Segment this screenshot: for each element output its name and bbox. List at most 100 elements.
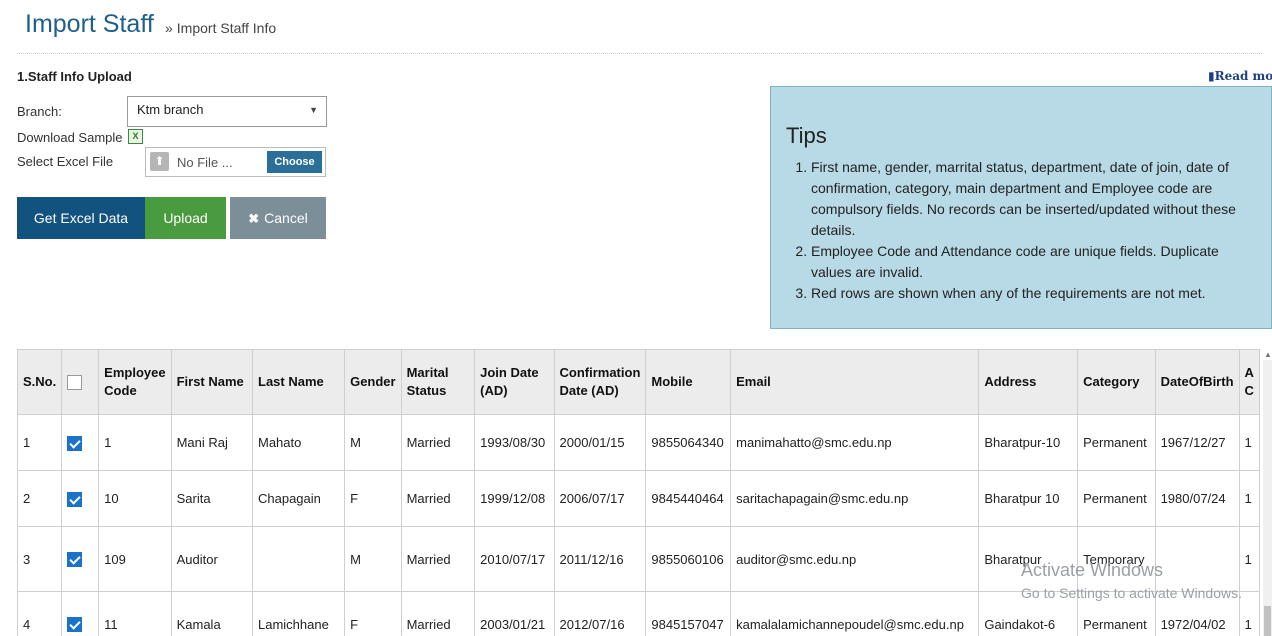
cell-select[interactable]	[61, 526, 100, 592]
cell-confirmation-date: 2011/12/16	[553, 526, 647, 592]
cell-marital-status: Married	[400, 526, 476, 592]
header-select-all[interactable]	[61, 349, 100, 415]
cell-date-of-birth: 1967/12/27	[1154, 414, 1240, 471]
cell-employee-code: 109	[98, 526, 172, 592]
header-extra[interactable]: A C	[1238, 349, 1260, 415]
header-address[interactable]: Address	[978, 349, 1079, 415]
scroll-up-arrow[interactable]: ▲	[1264, 350, 1272, 359]
cell-extra: 1	[1238, 591, 1260, 636]
table-row[interactable]: 2 10 Sarita Chapagain F Married 1999/12/…	[17, 470, 1260, 527]
tips-title: Tips	[786, 123, 827, 148]
download-sample-link[interactable]: Download Sample	[17, 130, 123, 145]
tips-list: First name, gender, marrital status, dep…	[789, 157, 1259, 304]
tip-item: First name, gender, marrital status, dep…	[811, 157, 1259, 241]
read-more-label: Read mor	[1214, 69, 1272, 83]
cell-join-date: 2010/07/17	[474, 526, 555, 592]
cell-first-name: Mani Raj	[170, 414, 254, 471]
title-divider	[17, 53, 1262, 54]
cell-select[interactable]	[61, 470, 100, 527]
excel-icon[interactable]: X	[128, 129, 143, 144]
row-checkbox[interactable]	[67, 552, 83, 568]
breadcrumb-separator: »	[165, 20, 173, 36]
header-gender[interactable]: Gender	[344, 349, 402, 415]
header-confirmation-date[interactable]: Confirmation Date (AD)	[553, 349, 647, 415]
branch-select-value: Ktm branch	[137, 102, 204, 117]
row-checkbox[interactable]	[67, 435, 83, 451]
header-join-date[interactable]: Join Date (AD)	[474, 349, 555, 415]
upload-button[interactable]: Upload	[145, 197, 226, 239]
cell-mobile: 9855060106	[645, 526, 732, 592]
row-checkbox[interactable]	[67, 617, 83, 633]
header-date-of-birth[interactable]: DateOfBirth	[1154, 349, 1240, 415]
cell-email: manimahatto@smc.edu.np	[730, 414, 980, 471]
header-sno[interactable]: S.No.	[17, 349, 63, 415]
tip-item: Employee Code and Attendance code are un…	[811, 241, 1259, 283]
cell-last-name: Lamichhane	[251, 591, 346, 636]
upload-icon: ⬆	[150, 152, 169, 171]
cell-gender: M	[344, 414, 402, 471]
cell-gender: M	[344, 526, 402, 592]
cell-address: Bharatpur 10	[978, 470, 1079, 527]
cell-employee-code: 1	[98, 414, 172, 471]
vertical-scrollbar[interactable]	[1263, 360, 1272, 636]
tips-panel: Tips First name, gender, marrital status…	[770, 86, 1272, 329]
cell-confirmation-date: 2000/01/15	[553, 414, 647, 471]
cell-email: auditor@smc.edu.np	[730, 526, 980, 592]
cell-employee-code: 10	[98, 470, 172, 527]
watermark-line-2: Go to Settings to activate Windows.	[1021, 585, 1242, 601]
cell-mobile: 9845440464	[645, 470, 732, 527]
cell-marital-status: Married	[400, 591, 476, 636]
file-input-placeholder: No File ...	[177, 155, 233, 170]
header-last-name[interactable]: Last Name	[251, 349, 346, 415]
cancel-button[interactable]: ✖ Cancel	[230, 197, 326, 239]
breadcrumb-current[interactable]: Import Staff Info	[177, 20, 276, 36]
select-file-label: Select Excel File	[17, 154, 114, 169]
cell-sno: 1	[17, 414, 63, 471]
cell-marital-status: Married	[400, 414, 476, 471]
header-marital-status[interactable]: Marital Status	[400, 349, 476, 415]
cell-select[interactable]	[61, 591, 100, 636]
breadcrumb: » Import Staff Info	[165, 20, 276, 36]
cell-first-name: Auditor	[170, 526, 254, 592]
branch-label: Branch:	[17, 104, 62, 119]
cell-select[interactable]	[61, 414, 100, 471]
cell-last-name: Chapagain	[251, 470, 346, 527]
cell-join-date: 2003/01/21	[474, 591, 555, 636]
get-excel-data-button[interactable]: Get Excel Data	[17, 197, 145, 239]
cell-mobile: 9855064340	[645, 414, 732, 471]
tip-item: Red rows are shown when any of the requi…	[811, 283, 1259, 304]
scrollbar-thumb[interactable]	[1264, 606, 1271, 636]
cell-first-name: Kamala	[170, 591, 254, 636]
cell-confirmation-date: 2012/07/16	[553, 591, 647, 636]
branch-select[interactable]: Ktm branch ▼	[127, 96, 327, 127]
file-input[interactable]: ⬆ No File ... Choose	[145, 147, 326, 177]
cell-first-name: Sarita	[170, 470, 254, 527]
cell-sno: 4	[17, 591, 63, 636]
cell-confirmation-date: 2006/07/17	[553, 470, 647, 527]
cell-gender: F	[344, 470, 402, 527]
choose-file-button[interactable]: Choose	[267, 151, 322, 173]
cancel-button-label: Cancel	[264, 210, 308, 226]
cell-date-of-birth: 1980/07/24	[1154, 470, 1240, 527]
cell-address: Bharatpur-10	[978, 414, 1079, 471]
cell-gender: F	[344, 591, 402, 636]
cell-email: saritachapagain@smc.edu.np	[730, 470, 980, 527]
row-checkbox[interactable]	[67, 491, 83, 507]
book-icon: ▮	[1208, 69, 1215, 83]
section-heading: 1.Staff Info Upload	[17, 69, 132, 84]
header-first-name[interactable]: First Name	[170, 349, 254, 415]
cell-sno: 2	[17, 470, 63, 527]
read-more-link[interactable]: ▮Read mor	[1208, 69, 1272, 83]
cell-category: Permanent	[1077, 414, 1156, 471]
cell-join-date: 1993/08/30	[474, 414, 555, 471]
header-mobile[interactable]: Mobile	[645, 349, 732, 415]
header-employee-code[interactable]: Employee Code	[98, 349, 172, 415]
header-category[interactable]: Category	[1077, 349, 1156, 415]
cell-category: Permanent	[1077, 470, 1156, 527]
cell-join-date: 1999/12/08	[474, 470, 555, 527]
watermark-line-1: Activate Windows	[1021, 560, 1164, 580]
close-icon: ✖	[248, 211, 260, 226]
table-row[interactable]: 1 1 Mani Raj Mahato M Married 1993/08/30…	[17, 414, 1260, 471]
header-email[interactable]: Email	[730, 349, 980, 415]
select-all-checkbox[interactable]	[67, 375, 83, 391]
